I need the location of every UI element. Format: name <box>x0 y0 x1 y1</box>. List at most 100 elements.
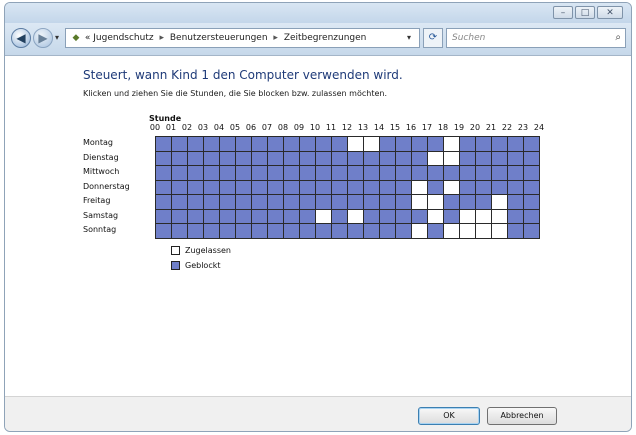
hour-cell-dienstag-04[interactable] <box>220 151 236 166</box>
hour-cell-mittwoch-17[interactable] <box>428 166 444 181</box>
hour-cell-freitag-17[interactable] <box>428 195 444 210</box>
hour-cell-montag-03[interactable] <box>204 137 220 152</box>
hour-cell-sonntag-15[interactable] <box>396 224 412 239</box>
ok-button[interactable]: OK <box>418 407 480 425</box>
hour-cell-dienstag-00[interactable] <box>156 151 172 166</box>
hour-cell-dienstag-17[interactable] <box>428 151 444 166</box>
hour-cell-dienstag-11[interactable] <box>332 151 348 166</box>
hour-cell-samstag-08[interactable] <box>284 209 300 224</box>
hour-cell-donnerstag-11[interactable] <box>332 180 348 195</box>
hour-cell-donnerstag-03[interactable] <box>204 180 220 195</box>
hour-cell-dienstag-16[interactable] <box>412 151 428 166</box>
hour-cell-montag-19[interactable] <box>460 137 476 152</box>
hour-cell-mittwoch-10[interactable] <box>316 166 332 181</box>
hour-cell-montag-21[interactable] <box>492 137 508 152</box>
hour-cell-donnerstag-12[interactable] <box>348 180 364 195</box>
hour-cell-montag-23[interactable] <box>524 137 540 152</box>
hour-cell-donnerstag-15[interactable] <box>396 180 412 195</box>
hour-cell-freitag-04[interactable] <box>220 195 236 210</box>
breadcrumb-jugendschutz[interactable]: Jugendschutz <box>93 33 153 43</box>
hour-cell-samstag-07[interactable] <box>268 209 284 224</box>
hour-cell-freitag-19[interactable] <box>460 195 476 210</box>
hour-cell-samstag-11[interactable] <box>332 209 348 224</box>
hour-cell-montag-13[interactable] <box>364 137 380 152</box>
breadcrumb-zeitbegrenzungen[interactable]: Zeitbegrenzungen <box>284 33 367 43</box>
hour-cell-montag-14[interactable] <box>380 137 396 152</box>
hour-cell-samstag-09[interactable] <box>300 209 316 224</box>
hour-cell-dienstag-14[interactable] <box>380 151 396 166</box>
hour-cell-sonntag-16[interactable] <box>412 224 428 239</box>
hour-cell-sonntag-07[interactable] <box>268 224 284 239</box>
hour-cell-montag-22[interactable] <box>508 137 524 152</box>
hour-cell-samstag-12[interactable] <box>348 209 364 224</box>
cancel-button[interactable]: Abbrechen <box>487 407 557 425</box>
hour-cell-freitag-20[interactable] <box>476 195 492 210</box>
close-button[interactable]: ✕ <box>597 6 623 19</box>
hour-cell-sonntag-17[interactable] <box>428 224 444 239</box>
hour-cell-mittwoch-02[interactable] <box>188 166 204 181</box>
hour-cell-freitag-09[interactable] <box>300 195 316 210</box>
hour-cell-freitag-15[interactable] <box>396 195 412 210</box>
hour-cell-dienstag-08[interactable] <box>284 151 300 166</box>
hour-cell-montag-10[interactable] <box>316 137 332 152</box>
hour-cell-freitag-21[interactable] <box>492 195 508 210</box>
hour-cell-mittwoch-01[interactable] <box>172 166 188 181</box>
hour-cell-samstag-20[interactable] <box>476 209 492 224</box>
hour-cell-montag-17[interactable] <box>428 137 444 152</box>
hour-cell-donnerstag-23[interactable] <box>524 180 540 195</box>
hour-cell-sonntag-08[interactable] <box>284 224 300 239</box>
hour-cell-montag-12[interactable] <box>348 137 364 152</box>
minimize-button[interactable]: – <box>553 6 573 19</box>
hour-cell-freitag-16[interactable] <box>412 195 428 210</box>
hour-cell-montag-18[interactable] <box>444 137 460 152</box>
hour-cell-donnerstag-21[interactable] <box>492 180 508 195</box>
hour-cell-donnerstag-02[interactable] <box>188 180 204 195</box>
hour-cell-dienstag-23[interactable] <box>524 151 540 166</box>
hour-cell-donnerstag-14[interactable] <box>380 180 396 195</box>
hour-cell-donnerstag-07[interactable] <box>268 180 284 195</box>
hour-cell-freitag-06[interactable] <box>252 195 268 210</box>
hour-cell-sonntag-02[interactable] <box>188 224 204 239</box>
hour-cell-freitag-08[interactable] <box>284 195 300 210</box>
hour-cell-mittwoch-22[interactable] <box>508 166 524 181</box>
hour-cell-freitag-18[interactable] <box>444 195 460 210</box>
hour-cell-mittwoch-16[interactable] <box>412 166 428 181</box>
hour-cell-montag-20[interactable] <box>476 137 492 152</box>
hour-cell-samstag-13[interactable] <box>364 209 380 224</box>
hour-cell-dienstag-03[interactable] <box>204 151 220 166</box>
hour-cell-freitag-22[interactable] <box>508 195 524 210</box>
hour-cell-sonntag-12[interactable] <box>348 224 364 239</box>
hour-cell-montag-02[interactable] <box>188 137 204 152</box>
hour-cell-montag-04[interactable] <box>220 137 236 152</box>
hour-cell-montag-11[interactable] <box>332 137 348 152</box>
hour-cell-donnerstag-08[interactable] <box>284 180 300 195</box>
hour-cell-samstag-22[interactable] <box>508 209 524 224</box>
hour-cell-mittwoch-09[interactable] <box>300 166 316 181</box>
hour-cell-sonntag-19[interactable] <box>460 224 476 239</box>
hour-cell-dienstag-22[interactable] <box>508 151 524 166</box>
hour-cell-sonntag-21[interactable] <box>492 224 508 239</box>
hour-cell-dienstag-21[interactable] <box>492 151 508 166</box>
hour-cell-freitag-13[interactable] <box>364 195 380 210</box>
hour-cell-dienstag-02[interactable] <box>188 151 204 166</box>
breadcrumb-separator-icon[interactable]: ▸ <box>270 33 281 43</box>
hour-cell-sonntag-20[interactable] <box>476 224 492 239</box>
hour-cell-mittwoch-11[interactable] <box>332 166 348 181</box>
hour-cell-sonntag-13[interactable] <box>364 224 380 239</box>
hour-cell-dienstag-07[interactable] <box>268 151 284 166</box>
hour-cell-samstag-18[interactable] <box>444 209 460 224</box>
hour-cell-montag-05[interactable] <box>236 137 252 152</box>
forward-button[interactable]: ▶ <box>33 28 53 48</box>
hour-cell-donnerstag-16[interactable] <box>412 180 428 195</box>
hour-cell-montag-09[interactable] <box>300 137 316 152</box>
hour-cell-sonntag-23[interactable] <box>524 224 540 239</box>
search-input[interactable]: Suchen ⌕ <box>446 28 626 48</box>
hour-cell-montag-01[interactable] <box>172 137 188 152</box>
hour-cell-mittwoch-03[interactable] <box>204 166 220 181</box>
recent-pages-dropdown[interactable]: ▾ <box>55 33 59 42</box>
hour-cell-mittwoch-08[interactable] <box>284 166 300 181</box>
hour-cell-sonntag-14[interactable] <box>380 224 396 239</box>
hour-cell-mittwoch-18[interactable] <box>444 166 460 181</box>
hour-cell-sonntag-00[interactable] <box>156 224 172 239</box>
hour-cell-samstag-17[interactable] <box>428 209 444 224</box>
